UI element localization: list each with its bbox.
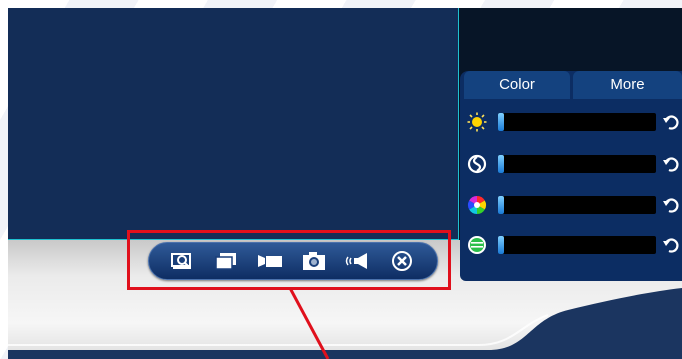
reset-icon[interactable]	[662, 154, 680, 174]
contrast-slider-thumb[interactable]	[498, 155, 504, 173]
highlight-annotation-box	[127, 230, 451, 290]
saturation-row	[464, 193, 682, 217]
annotation-pointer-line	[288, 288, 330, 359]
reset-icon[interactable]	[662, 195, 680, 215]
brightness-row	[464, 110, 682, 134]
saturation-slider[interactable]	[498, 196, 656, 214]
tab-color[interactable]: Color	[464, 71, 570, 99]
hue-row	[464, 233, 682, 257]
color-wheel-icon	[467, 196, 487, 214]
image-adjust-panel: Color More	[460, 71, 682, 281]
contrast-row	[464, 152, 682, 176]
hue-slider[interactable]	[498, 236, 656, 254]
contrast-icon	[467, 154, 487, 174]
sun-icon	[467, 112, 487, 132]
saturation-slider-thumb[interactable]	[498, 196, 504, 214]
contrast-slider[interactable]	[498, 155, 656, 173]
tab-more[interactable]: More	[573, 71, 682, 99]
brightness-slider-thumb[interactable]	[498, 113, 504, 131]
reset-icon[interactable]	[662, 235, 680, 255]
video-pane[interactable]	[8, 8, 459, 240]
panel-tabs: Color More	[460, 71, 682, 99]
reset-icon[interactable]	[662, 112, 680, 132]
hue-slider-thumb[interactable]	[498, 236, 504, 254]
hue-icon	[468, 236, 486, 254]
brightness-slider[interactable]	[498, 113, 656, 131]
